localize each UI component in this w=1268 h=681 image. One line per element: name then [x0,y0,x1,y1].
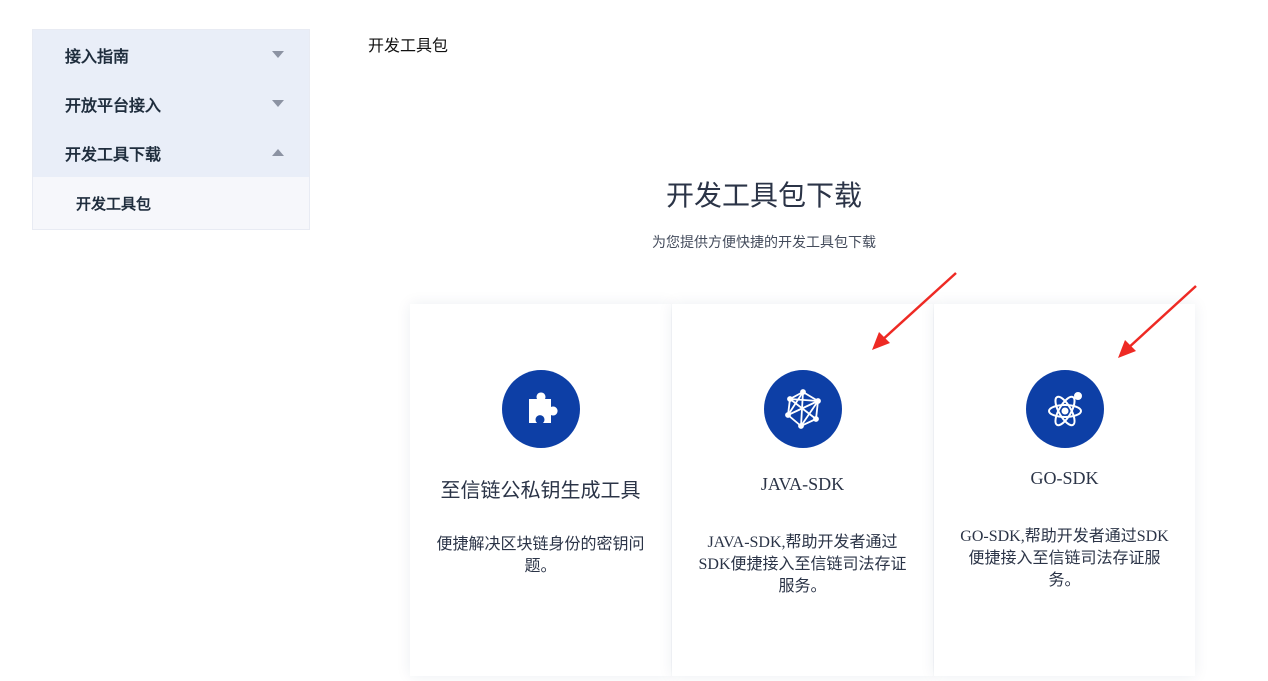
card-description: GO-SDK,帮助开发者通过SDK便捷接入至信链司法存证服务。 [960,528,1169,589]
sidebar-item-open-platform[interactable]: 开放平台接入 [33,79,309,128]
sidebar-item-access-guide[interactable]: 接入指南 [33,30,309,79]
atom-icon [1025,370,1104,448]
sidebar: 接入指南 开放平台接入 开发工具下载 开发工具包 [32,29,310,230]
toolkit-cards: 至信链公私钥生成工具 便捷解决区块链身份的密钥问题。 JAVA-SDK JAVA… [410,304,1195,676]
sidebar-item-dev-tools-download[interactable]: 开发工具下载 [33,128,309,177]
card-description: 便捷解决区块链身份的密钥问题。 [436,536,645,575]
page-title: 开发工具包下载 [665,180,862,211]
chevron-down-icon [272,51,284,58]
chevron-down-icon [272,100,284,107]
chevron-up-icon [272,149,284,156]
sidebar-subitem-dev-toolkit[interactable]: 开发工具包 [33,177,309,229]
page: 接入指南 开放平台接入 开发工具下载 开发工具包 开发工具包 开发工具包下载 为… [0,0,1268,681]
card-description: JAVA-SDK,帮助开发者通过SDK便捷接入至信链司法存证服务。 [698,534,907,595]
card-title: GO-SDK [1030,468,1099,488]
card-title: 至信链公私钥生成工具 [440,480,641,502]
card-java-sdk[interactable]: JAVA-SDK JAVA-SDK,帮助开发者通过SDK便捷接入至信链司法存证服… [672,304,933,676]
sidebar-item-label: 开放平台接入 [65,97,162,115]
puzzle-icon [501,370,580,448]
breadcrumb: 开发工具包 [368,38,449,55]
card-title: JAVA-SDK [760,474,845,494]
sidebar-item-label: 接入指南 [65,48,130,66]
network-icon [763,370,842,448]
page-subtitle: 为您提供方便快捷的开发工具包下载 [652,234,876,250]
sidebar-subitem-label: 开发工具包 [76,195,152,213]
sidebar-item-label: 开发工具下载 [65,146,162,164]
card-go-sdk[interactable]: GO-SDK GO-SDK,帮助开发者通过SDK便捷接入至信链司法存证服务。 [934,304,1195,676]
card-keygen-tool[interactable]: 至信链公私钥生成工具 便捷解决区块链身份的密钥问题。 [410,304,671,676]
